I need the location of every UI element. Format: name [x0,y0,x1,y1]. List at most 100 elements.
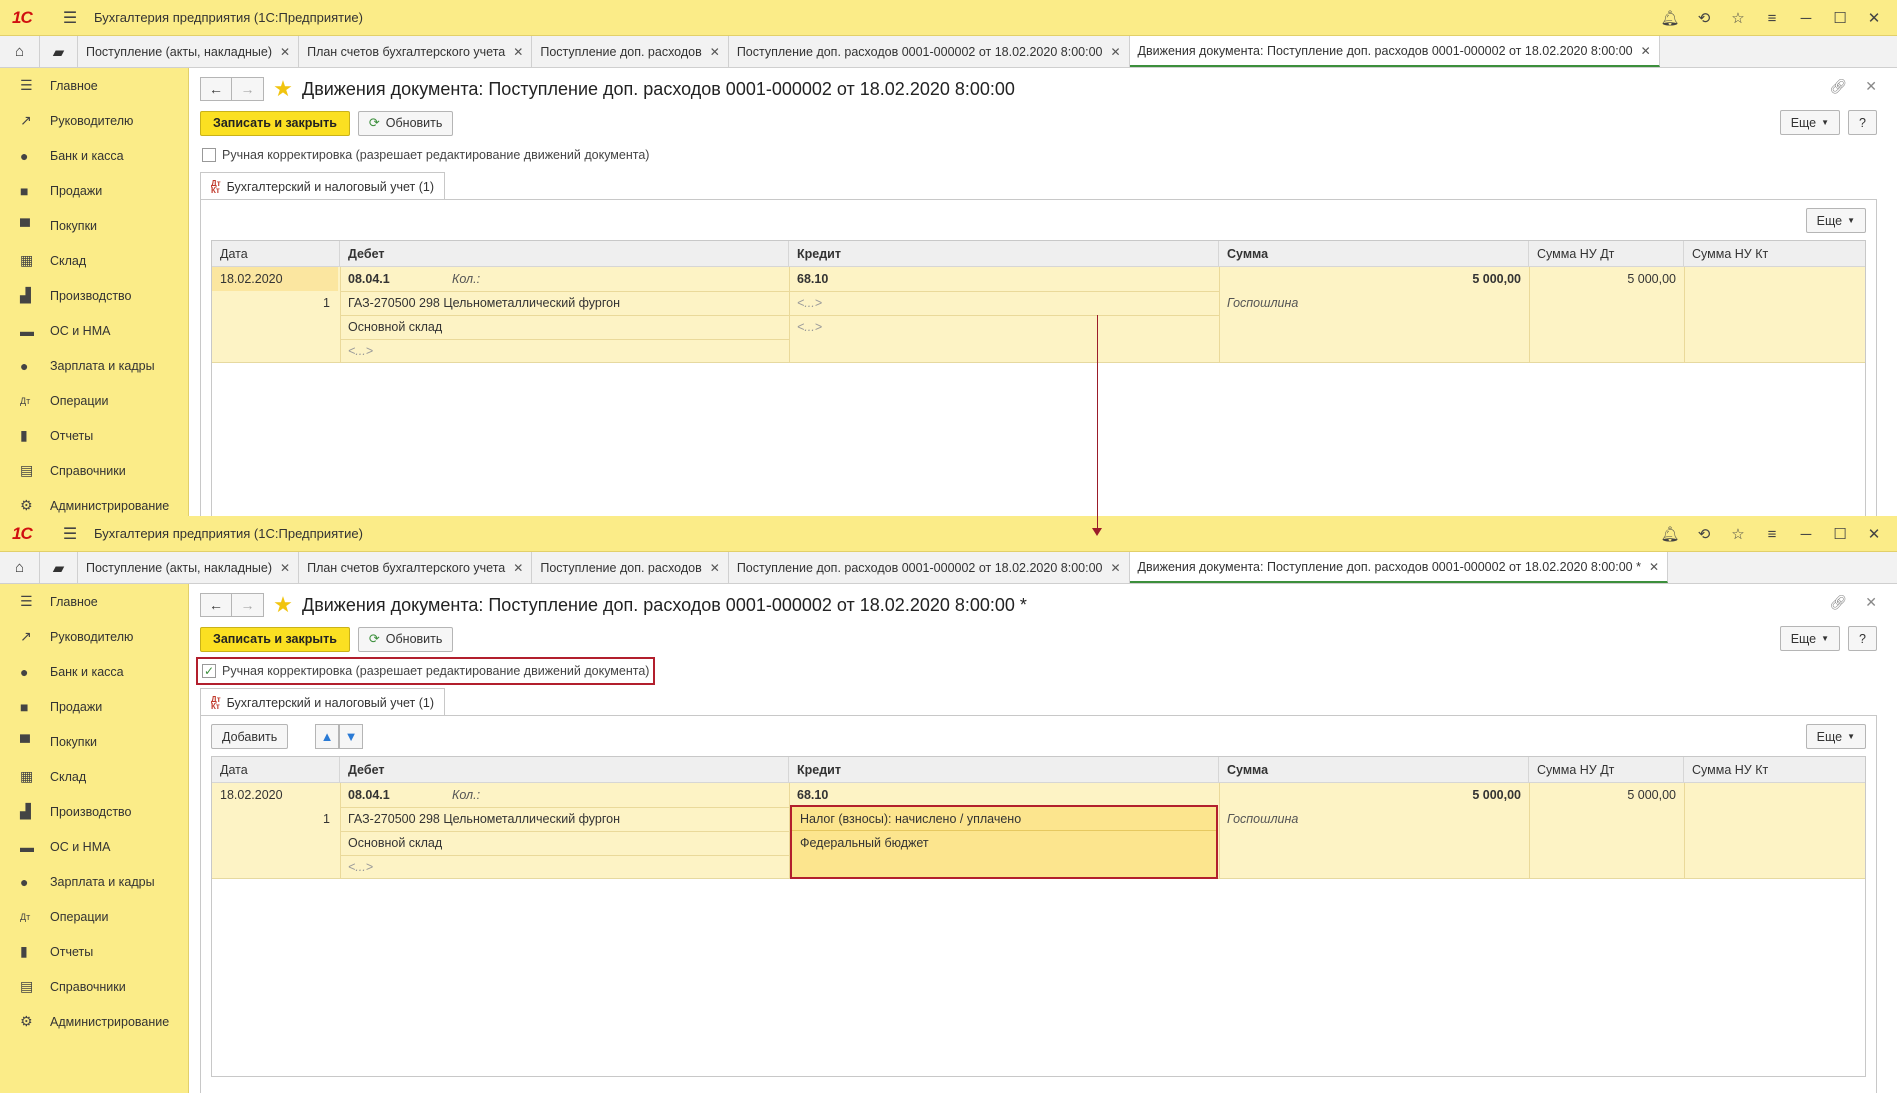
sidebar-item-assets[interactable]: ▬ ОС и НМА [0,313,188,348]
sidebar-item-warehouse[interactable]: ▦ Склад [0,243,188,278]
move-down-icon[interactable]: ▼ [339,724,363,749]
home-icon[interactable]: ⌂ [0,36,40,67]
manual-correction-checkbox-row[interactable]: ✓ Ручная корректировка (разрешает редакт… [196,657,656,685]
col-debit[interactable]: Дебет [340,757,789,783]
help-button[interactable]: ? [1848,110,1877,135]
close-tab-icon[interactable]: ✕ [513,561,523,575]
sidebar-item-reports[interactable]: ▮ Отчеты [0,418,188,453]
sidebar-item-assets[interactable]: ▬ ОС и НМА [0,829,188,864]
help-button[interactable]: ? [1848,626,1877,651]
main-menu-icon[interactable]: ☰ [56,524,84,544]
col-nu-kt[interactable]: Сумма НУ Кт [1684,757,1854,783]
tab-receipts[interactable]: Поступление (акты, накладные) ✕ [78,36,300,67]
bell-icon[interactable]: 🔔︎ [1653,9,1687,27]
manual-correction-checkbox[interactable]: ✓ [202,664,216,678]
sidebar-item-payroll[interactable]: ● Зарплата и кадры [0,348,188,383]
table-row[interactable]: 18.02.2020 1 08.04.1 Кол.: ГАЗ-270500 29… [212,783,1865,879]
tab-chart-of-accounts[interactable]: План счетов бухгалтерского учета ✕ [299,36,533,67]
more-button[interactable]: Еще ▼ [1779,110,1841,135]
col-nu-kt[interactable]: Сумма НУ Кт [1684,241,1854,267]
sidebar-item-operations[interactable]: Дт Операции [0,899,188,934]
cell-debit-sub3[interactable]: <...> [340,339,789,363]
manual-correction-checkbox[interactable] [202,148,216,162]
sidebar-item-main[interactable]: ☰ Главное [0,68,188,103]
forward-button[interactable]: → [232,77,264,101]
cell-debit-sub2[interactable]: Основной склад [340,831,789,855]
settings-icon[interactable]: ≡ [1755,526,1789,543]
grid-more-button[interactable]: Еще ▼ [1805,208,1866,233]
table-row[interactable]: 18.02.2020 1 08.04.1 Кол.: ГАЗ-270500 29… [212,267,1865,363]
cell-credit-account[interactable]: 68.10 [789,267,889,291]
close-tab-icon[interactable]: ✕ [710,561,720,575]
move-up-icon[interactable]: ▲ [315,724,339,749]
bell-icon[interactable]: 🔔︎ [1653,525,1687,543]
save-close-button[interactable]: Записать и закрыть [200,626,350,652]
sidebar-item-director[interactable]: ↗ Руководителю [0,619,188,654]
close-tab-icon[interactable]: ✕ [1110,561,1120,575]
close-form-icon[interactable]: ✕ [1865,594,1877,611]
sidebar-item-purchases[interactable]: ▀ Покупки [0,208,188,243]
sidebar-item-bank[interactable]: ● Банк и касса [0,654,188,689]
cell-amount[interactable]: 5 000,00 [1219,783,1529,807]
cell-debit-sub1[interactable]: ГАЗ-270500 298 Цельнометаллический фурго… [340,807,789,831]
minimize-icon[interactable]: ─ [1789,526,1823,543]
sidebar-item-catalogs[interactable]: ▤ Справочники [0,453,188,488]
col-amount[interactable]: Сумма [1219,241,1529,267]
sidebar-item-bank[interactable]: ● Банк и касса [0,138,188,173]
tab-document-movements[interactable]: Движения документа: Поступление доп. рас… [1129,36,1660,67]
star-icon[interactable]: ★ [268,76,298,102]
cell-credit-sub1[interactable]: Налог (взносы): начислено / уплачено [792,807,1216,831]
cell-debit-account[interactable]: 08.04.1 [340,267,440,291]
col-amount[interactable]: Сумма [1219,757,1529,783]
minimize-icon[interactable]: ─ [1789,10,1823,27]
close-tab-icon[interactable]: ✕ [710,45,720,59]
sidebar-item-payroll[interactable]: ● Зарплата и кадры [0,864,188,899]
tab-document-movements[interactable]: Движения документа: Поступление доп. рас… [1129,552,1669,583]
sidebar-item-purchases[interactable]: ▀ Покупки [0,724,188,759]
cell-debit-sub1[interactable]: ГАЗ-270500 298 Цельнометаллический фурго… [340,291,789,315]
tab-extra-costs-doc[interactable]: Поступление доп. расходов 0001-000002 от… [728,552,1130,583]
cell-content[interactable]: Госпошлина [1219,807,1529,831]
sidebar-item-admin[interactable]: ⚙ Администрирование [0,1004,188,1039]
add-button[interactable]: Добавить [211,724,289,749]
star-icon[interactable]: ★ [268,592,298,618]
close-tab-icon[interactable]: ✕ [1641,44,1651,58]
sidebar-item-main[interactable]: ☰ Главное [0,584,188,619]
cell-debit-sub2[interactable]: Основной склад [340,315,789,339]
tab-chart-of-accounts[interactable]: План счетов бухгалтерского учета ✕ [299,552,533,583]
sidebar-item-catalogs[interactable]: ▤ Справочники [0,969,188,1004]
cell-nu-kt[interactable] [1684,783,1854,807]
col-date[interactable]: Дата [212,757,340,783]
cell-nu-kt[interactable] [1684,267,1854,291]
cell-debit-sub3[interactable]: <...> [340,855,789,879]
main-menu-icon[interactable]: ☰ [56,8,84,28]
sidebar-item-production[interactable]: ▟ Производство [0,794,188,829]
home-icon[interactable]: ⌂ [0,552,40,583]
sidebar-item-production[interactable]: ▟ Производство [0,278,188,313]
sidebar-item-director[interactable]: ↗ Руководителю [0,103,188,138]
maximize-icon[interactable]: ☐ [1823,525,1857,543]
cell-credit-sub1[interactable]: <...> [789,291,1219,315]
save-close-button[interactable]: Записать и закрыть [200,110,350,136]
close-form-icon[interactable]: ✕ [1865,78,1877,95]
tab-extra-costs[interactable]: Поступление доп. расходов ✕ [532,552,729,583]
history-icon[interactable]: ⟲ [1687,9,1721,27]
cell-credit-account[interactable]: 68.10 [789,783,889,807]
tab-receipts[interactable]: Поступление (акты, накладные) ✕ [78,552,300,583]
col-date[interactable]: Дата [212,241,340,267]
back-button[interactable]: ← [200,593,232,617]
col-nu-dt[interactable]: Сумма НУ Дт [1529,241,1684,267]
tab-accounting[interactable]: Дт Кт Бухгалтерский и налоговый учет (1) [200,172,446,200]
close-tab-icon[interactable]: ✕ [513,45,523,59]
cell-amount[interactable]: 5 000,00 [1219,267,1529,291]
sidebar-item-sales[interactable]: ■ Продажи [0,173,188,208]
link-icon[interactable]: 🔗︎ [1829,78,1847,95]
history-icon[interactable]: ⟲ [1687,525,1721,543]
close-tab-icon[interactable]: ✕ [280,561,290,575]
refresh-button[interactable]: ⟳ Обновить [357,110,454,136]
favorites-icon[interactable]: ☆ [1721,525,1755,543]
more-button[interactable]: Еще ▼ [1779,626,1841,651]
cell-nu-dt[interactable]: 5 000,00 [1529,783,1684,807]
cell-credit-sub2[interactable]: <...> [789,315,1219,339]
cell-nu-dt[interactable]: 5 000,00 [1529,267,1684,291]
